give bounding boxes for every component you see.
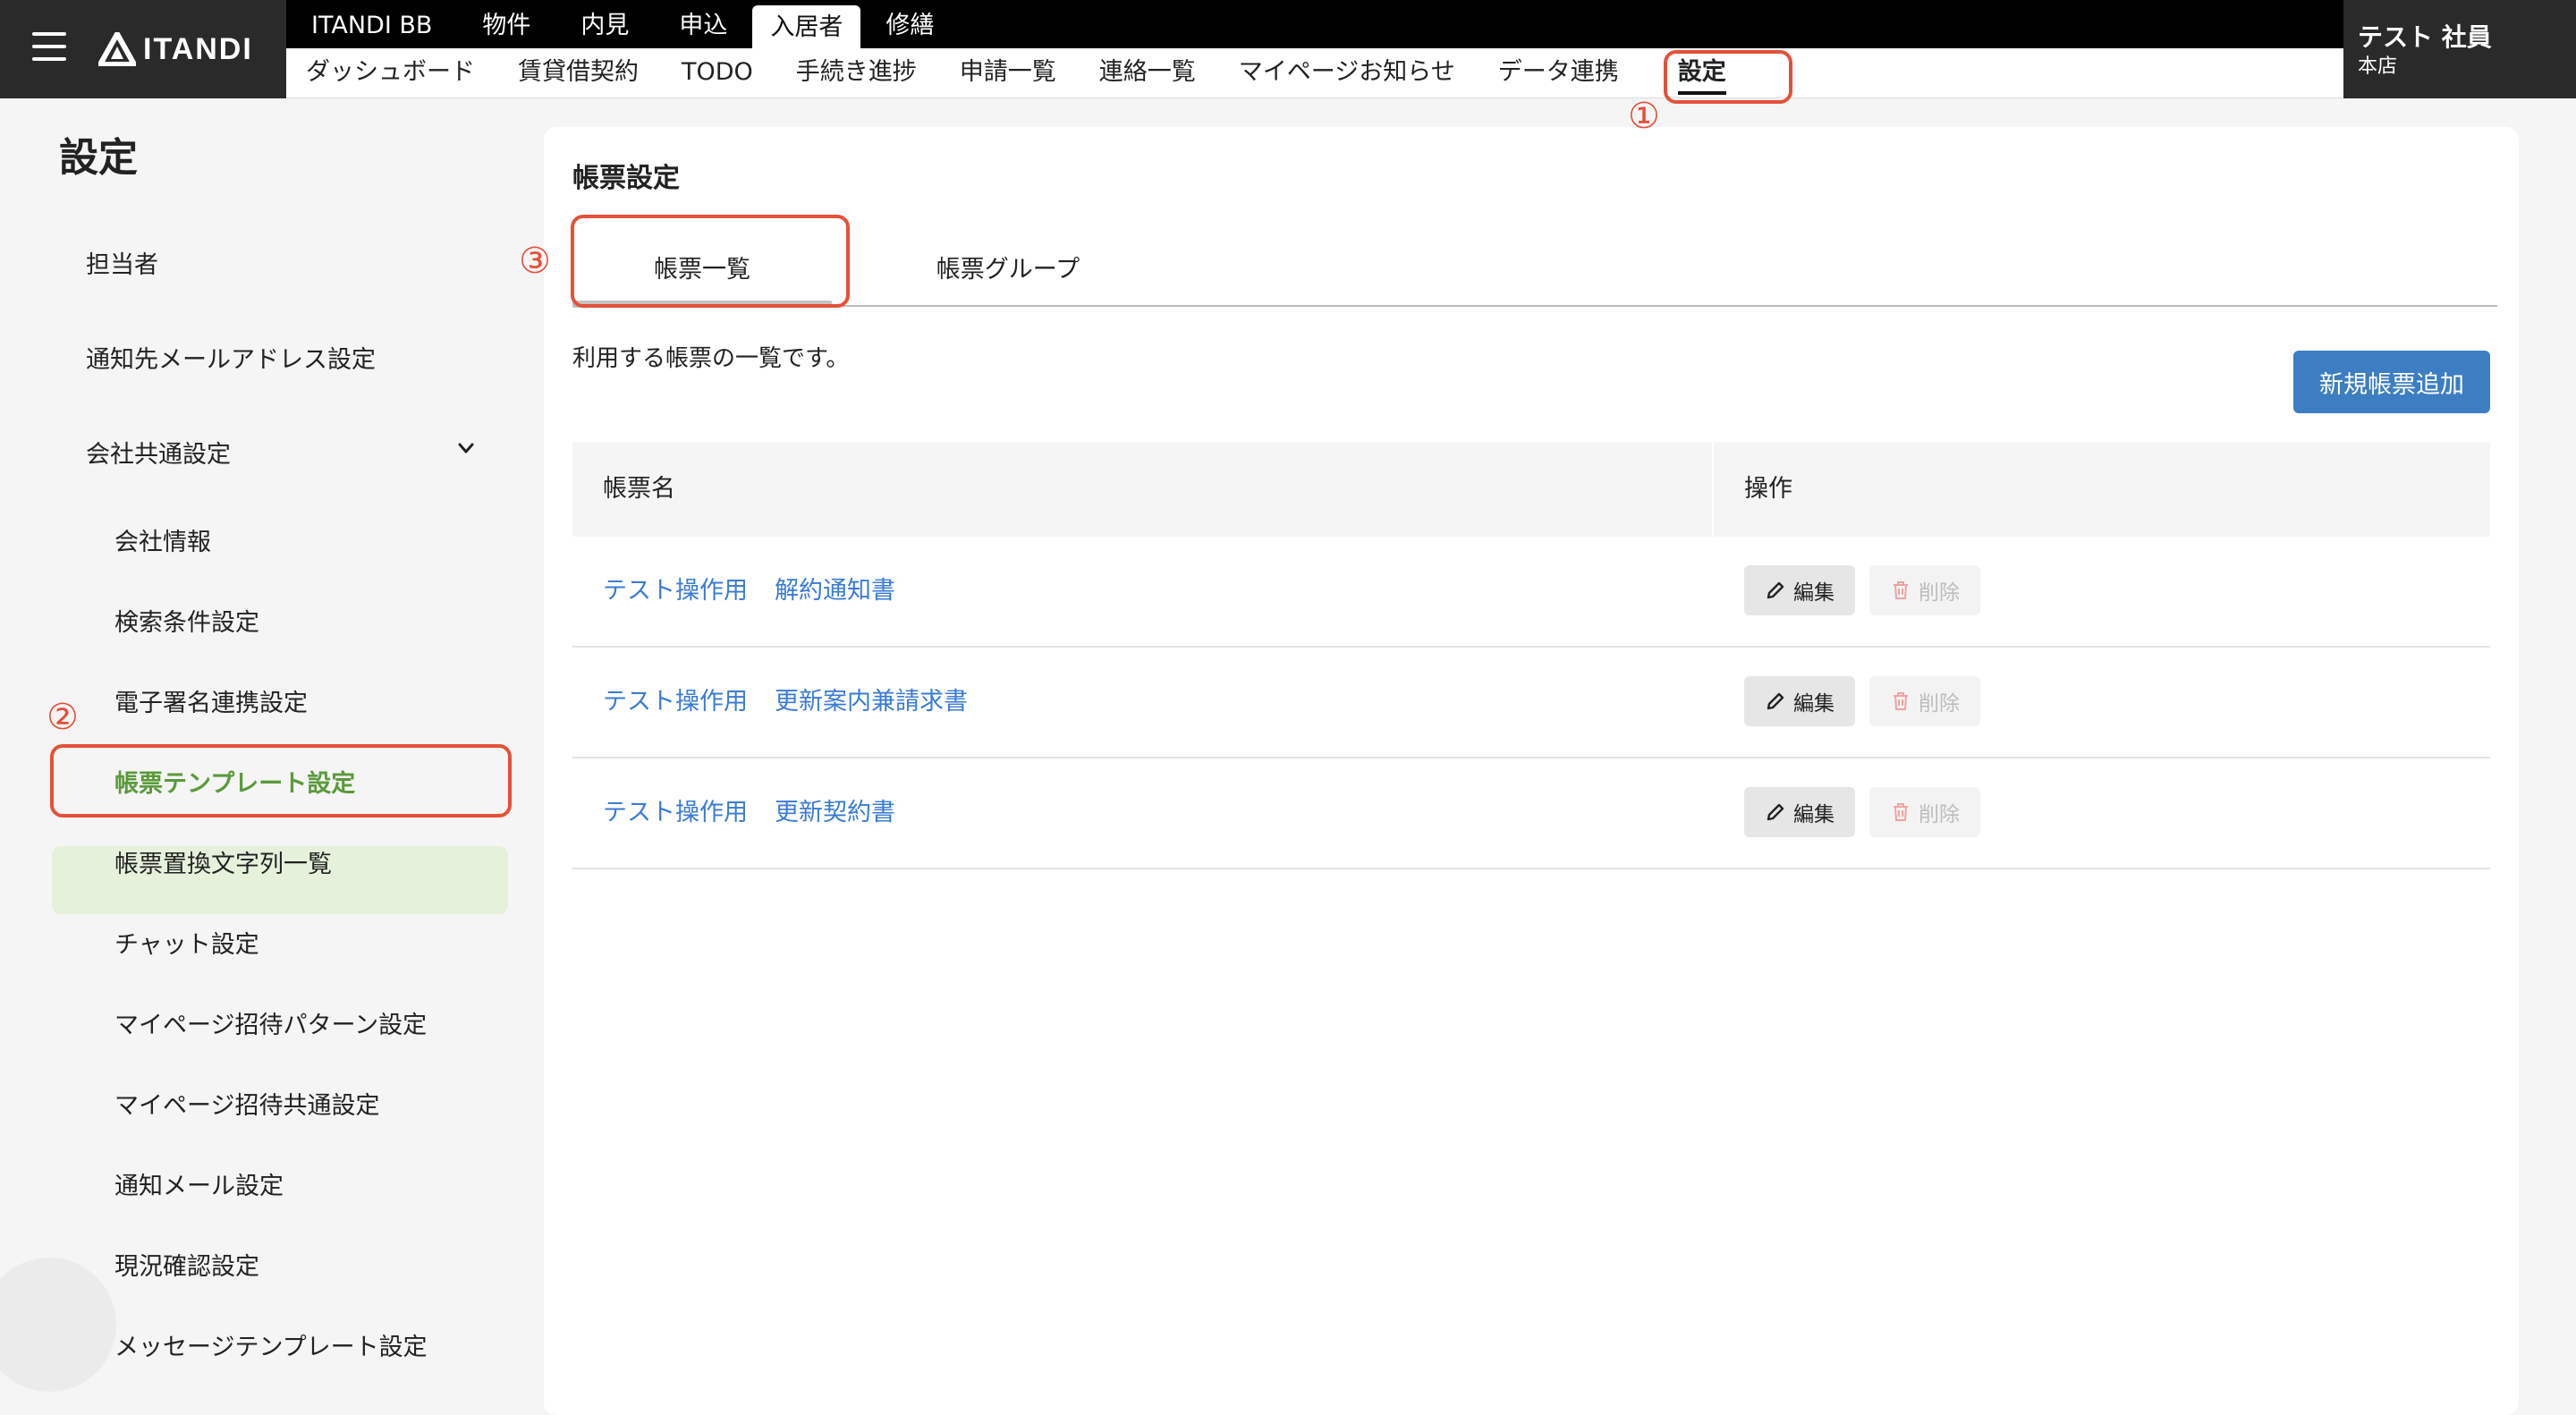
form-name-link[interactable]: テスト操作用 更新案内兼請求書 <box>603 648 968 757</box>
add-new-form-button[interactable]: 新規帳票追加 <box>2293 351 2490 413</box>
annotation-number-3: ③ <box>519 241 551 282</box>
user-menu[interactable]: テスト 社員 本店 <box>2343 0 2576 98</box>
table-row: テスト操作用 更新契約書 編集 削除 <box>572 758 2490 869</box>
subnav-procedure-progress[interactable]: 手続き進捗 <box>775 48 938 98</box>
column-header-actions: 操作 <box>1744 475 1792 503</box>
form-name-text: 更新案内兼請求書 <box>775 688 968 716</box>
subnav-request-list[interactable]: 申請一覧 <box>938 48 1078 98</box>
module-tab-application[interactable]: 申込 <box>654 0 752 48</box>
delete-button[interactable]: 削除 <box>1869 676 1980 726</box>
form-name-link[interactable]: テスト操作用 解約通知書 <box>603 537 895 646</box>
form-name-text: 更新契約書 <box>775 799 895 826</box>
user-store: 本店 <box>2358 55 2398 78</box>
edit-button-label: 編集 <box>1793 692 1835 716</box>
card-title: 帳票設定 <box>572 163 680 194</box>
brand-area: ITANDI <box>0 0 286 98</box>
top-bar: ITANDI ITANDI BB 物件 内見 申込 入居者 修繕 ダッシュボード… <box>0 0 2576 98</box>
pencil-icon <box>1767 581 1784 599</box>
table-row: テスト操作用 更新案内兼請求書 編集 削除 <box>572 648 2490 758</box>
edit-button-label: 編集 <box>1793 803 1835 826</box>
edit-button[interactable]: 編集 <box>1744 787 1855 837</box>
column-header-form-name: 帳票名 <box>603 475 675 503</box>
subnav-lease-contract[interactable]: 賃貸借契約 <box>496 48 660 98</box>
list-description: 利用する帳票の一覧です。 <box>572 345 850 372</box>
chevron-down-icon[interactable] <box>456 438 476 458</box>
trash-icon <box>1894 581 1908 599</box>
module-tab-itandi-bb[interactable]: ITANDI BB <box>286 0 457 48</box>
subnav-contact-list[interactable]: 連絡一覧 <box>1078 48 1217 98</box>
form-table: 帳票名 操作 テスト操作用 解約通知書 編集 削除 テスト操作用 更新案内兼請求書 <box>572 442 2490 869</box>
form-settings-card: 帳票設定 帳票一覧 帳票グループ 利用する帳票の一覧です。 新規帳票追加 帳票名… <box>544 127 2519 1415</box>
trash-icon <box>1894 692 1908 710</box>
form-name-text: 解約通知書 <box>775 577 895 605</box>
sidebar-subitem-search-conditions[interactable]: 検索条件設定 <box>114 603 259 638</box>
sidebar-subitem-status-check[interactable]: 現況確認設定 <box>114 1247 259 1282</box>
module-tab-tenant[interactable]: 入居者 <box>752 5 861 48</box>
edit-button[interactable]: 編集 <box>1744 676 1855 726</box>
subnav-todo[interactable]: TODO <box>660 48 775 98</box>
tab-form-group[interactable]: 帳票グループ <box>878 236 1138 308</box>
edit-button-label: 編集 <box>1793 581 1835 605</box>
form-name-link[interactable]: テスト操作用 更新契約書 <box>603 758 895 868</box>
delete-button[interactable]: 削除 <box>1869 565 1980 615</box>
sidebar-subitem-notification-mail[interactable]: 通知メール設定 <box>114 1166 284 1201</box>
sidebar-subitem-e-signature[interactable]: 電子署名連携設定 <box>114 683 308 718</box>
user-name: テスト 社員 <box>2358 22 2492 52</box>
sidebar-item-company-common[interactable]: 会社共通設定 <box>86 435 231 470</box>
sidebar-item-notification-email[interactable]: 通知先メールアドレス設定 <box>86 340 376 375</box>
pencil-icon <box>1767 803 1784 821</box>
form-name-prefix: テスト操作用 <box>603 799 748 826</box>
tabs-divider <box>572 305 2497 307</box>
sidebar-subitem-mypage-invite-pattern[interactable]: マイページ招待パターン設定 <box>114 1005 427 1040</box>
pencil-icon <box>1767 692 1784 710</box>
subnav-mypage-notices[interactable]: マイページお知らせ <box>1217 48 1477 98</box>
header-separator <box>1712 442 1714 537</box>
edit-button[interactable]: 編集 <box>1744 565 1855 615</box>
table-header: 帳票名 操作 <box>572 442 2490 537</box>
delete-button-label: 削除 <box>1919 692 1960 716</box>
delete-button-label: 削除 <box>1919 581 1960 605</box>
logo-text: ITANDI <box>143 31 253 66</box>
annotation-box-settings-nav <box>1664 50 1792 104</box>
annotation-box-form-list-tab <box>571 215 850 308</box>
annotation-number-1: ① <box>1628 96 1660 137</box>
itandi-logo[interactable]: ITANDI <box>98 27 253 72</box>
sidebar-item-staff[interactable]: 担当者 <box>86 245 158 280</box>
annotation-number-2: ② <box>47 697 79 738</box>
trash-icon <box>1894 803 1908 821</box>
delete-button-label: 削除 <box>1919 803 1960 826</box>
sidebar-subitem-mypage-invite-common[interactable]: マイページ招待共通設定 <box>114 1086 379 1121</box>
subnav-dashboard[interactable]: ダッシュボード <box>286 48 496 98</box>
form-name-prefix: テスト操作用 <box>603 688 748 716</box>
delete-button[interactable]: 削除 <box>1869 787 1980 837</box>
sidebar-title: 設定 <box>59 135 138 181</box>
subnav-data-integration[interactable]: データ連携 <box>1477 48 1640 98</box>
sidebar-subitem-placeholder-list[interactable]: 帳票置換文字列一覧 <box>114 844 332 879</box>
module-tab-property[interactable]: 物件 <box>457 0 555 48</box>
annotation-box-form-template <box>50 744 512 818</box>
sub-navigation: ダッシュボード 賃貸借契約 TODO 手続き進捗 申請一覧 連絡一覧 マイページ… <box>286 48 2343 98</box>
sidebar-subitem-message-template[interactable]: メッセージテンプレート設定 <box>114 1327 428 1362</box>
hamburger-menu-icon[interactable] <box>32 32 66 61</box>
sidebar-subitem-chat[interactable]: チャット設定 <box>114 925 259 960</box>
itandi-logo-icon <box>98 32 136 66</box>
module-tab-viewing[interactable]: 内見 <box>555 0 654 48</box>
form-name-prefix: テスト操作用 <box>603 577 748 605</box>
sidebar-subitem-company-info[interactable]: 会社情報 <box>114 522 211 557</box>
module-tab-repair[interactable]: 修繕 <box>860 0 959 48</box>
module-tabs: ITANDI BB 物件 内見 申込 入居者 修繕 <box>286 0 959 48</box>
table-row: テスト操作用 解約通知書 編集 削除 <box>572 537 2490 648</box>
